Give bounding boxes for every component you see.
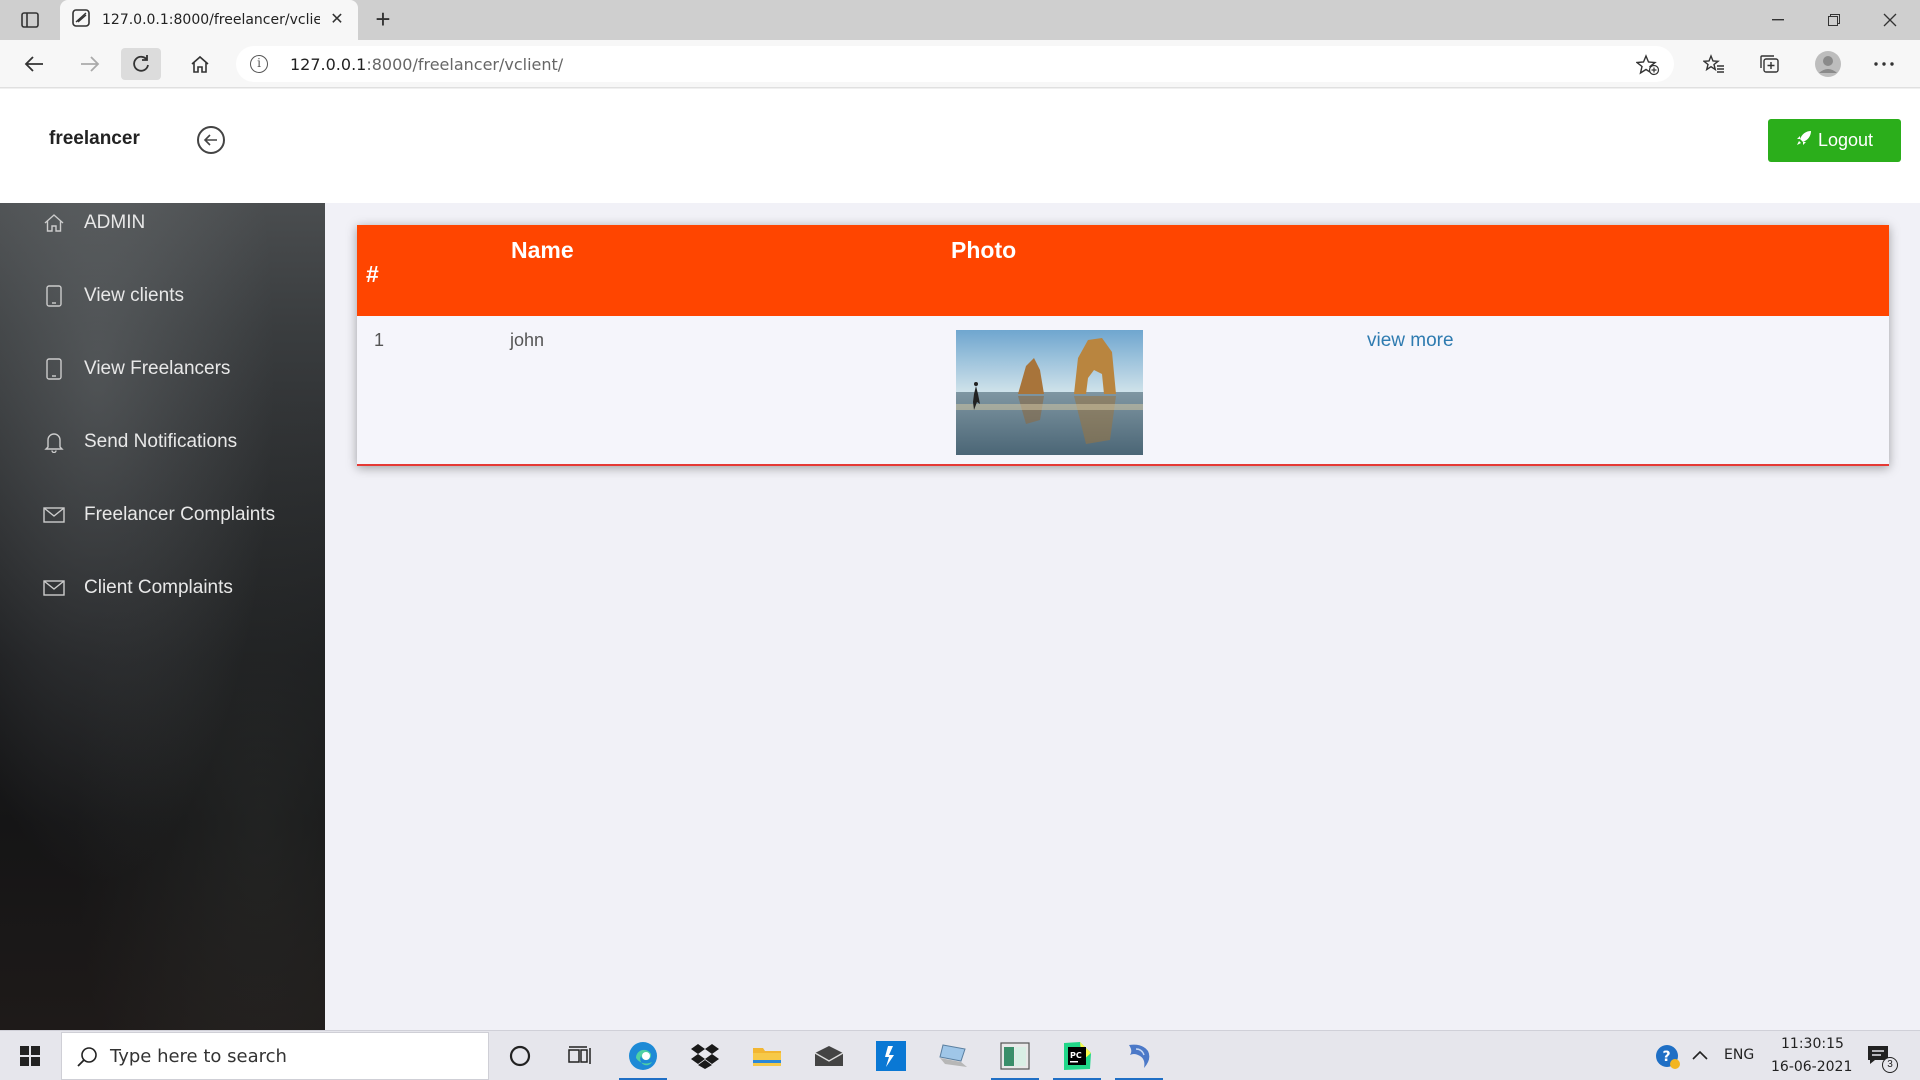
sidebar-item-label: View Freelancers — [84, 358, 231, 379]
pycharm-icon[interactable]: PC — [1047, 1031, 1107, 1080]
close-window-icon[interactable] — [1862, 0, 1918, 40]
row-name: john — [510, 330, 545, 350]
task-view-icon[interactable] — [550, 1031, 610, 1080]
edge-browser-icon[interactable] — [613, 1031, 673, 1080]
notification-center-icon[interactable]: 3 — [1866, 1043, 1900, 1078]
restore-icon[interactable] — [1806, 0, 1862, 40]
sidebar-item-freelancer-complaints[interactable]: Freelancer Complaints — [0, 495, 325, 535]
tab-title: 127.0.0.1:8000/freelancer/vclient/ — [102, 12, 320, 28]
taskbar: Type here to search PC ? ENG 11:30:15 16… — [0, 1030, 1920, 1080]
clock-time[interactable]: 11:30:15 — [1781, 1036, 1844, 1052]
column-header-number: # — [366, 261, 379, 287]
site-info-icon[interactable]: i — [250, 55, 268, 73]
clock-date[interactable]: 16-06-2021 — [1771, 1059, 1852, 1075]
windows-start-icon[interactable] — [0, 1031, 60, 1080]
close-tab-icon[interactable]: ✕ — [328, 11, 346, 29]
back-arrow-icon[interactable] — [14, 48, 54, 80]
sidebar-item-send-notifications[interactable]: Send Notifications — [0, 422, 325, 462]
new-tab-icon[interactable]: + — [368, 6, 398, 34]
profile-avatar-icon[interactable] — [1808, 48, 1848, 80]
add-favorite-icon[interactable] — [1635, 54, 1660, 76]
sidebar: ADMIN View clients View Freelancers Send… — [0, 203, 325, 1030]
brand-title[interactable]: freelancer — [49, 128, 140, 150]
row-number: 1 — [374, 330, 385, 350]
browser-tab-active[interactable]: 127.0.0.1:8000/freelancer/vclient/ ✕ — [60, 0, 358, 40]
sidebar-item-label: Client Complaints — [84, 577, 233, 598]
table-header: # Name Photo — [357, 225, 1889, 316]
svg-text:PC: PC — [1070, 1051, 1082, 1060]
sidebar-item-label: Send Notifications — [84, 431, 238, 452]
more-options-icon[interactable] — [1864, 48, 1904, 80]
address-bar[interactable]: i 127.0.0.1:8000/freelancer/vclient/ — [236, 46, 1674, 82]
page-header: freelancer Logout — [0, 89, 1920, 203]
logout-label: Logout — [1817, 130, 1874, 150]
rocket-icon — [1796, 130, 1812, 151]
browser-toolbar: i 127.0.0.1:8000/freelancer/vclient/ — [0, 40, 1920, 88]
powershell-app-icon[interactable] — [861, 1031, 921, 1080]
envelope-icon — [42, 503, 66, 527]
view-more-link[interactable]: view more — [1367, 330, 1454, 352]
cortana-icon[interactable] — [490, 1031, 550, 1080]
terminal-app-icon[interactable] — [985, 1031, 1045, 1080]
sidebar-item-label: Freelancer Complaints — [84, 504, 276, 525]
language-indicator[interactable]: ENG — [1724, 1047, 1754, 1063]
dropbox-icon[interactable] — [675, 1031, 735, 1080]
sidebar-item-label: ADMIN — [84, 212, 146, 233]
file-explorer-icon[interactable] — [737, 1031, 797, 1080]
pc-laptop-icon[interactable] — [923, 1031, 983, 1080]
sidebar-item-client-complaints[interactable]: Client Complaints — [0, 568, 325, 608]
browser-tab-bar: 127.0.0.1:8000/freelancer/vclient/ ✕ + — [0, 0, 1920, 40]
tab-favicon-icon — [72, 8, 90, 32]
minimize-icon[interactable] — [1750, 0, 1806, 40]
home-icon[interactable] — [180, 48, 220, 80]
tablet-icon — [42, 284, 66, 308]
clients-table: # Name Photo 1 john view more — [357, 225, 1889, 466]
refresh-icon[interactable] — [121, 48, 161, 80]
tab-actions-icon[interactable] — [14, 8, 46, 32]
sidebar-item-admin[interactable]: ADMIN — [0, 203, 325, 243]
notification-count-badge: 3 — [1882, 1057, 1898, 1073]
logout-button[interactable]: Logout — [1768, 119, 1901, 162]
tablet-icon — [42, 357, 66, 381]
home-icon — [42, 211, 66, 235]
mail-icon[interactable] — [799, 1031, 859, 1080]
taskbar-search-input[interactable]: Type here to search — [61, 1032, 489, 1080]
mysql-workbench-icon[interactable] — [1109, 1031, 1169, 1080]
sidebar-toggle-back-icon[interactable] — [197, 126, 225, 154]
favorites-icon[interactable] — [1694, 48, 1734, 80]
envelope-icon — [42, 576, 66, 600]
main-content: # Name Photo 1 john view more — [325, 203, 1920, 1030]
url-text[interactable]: 127.0.0.1:8000/freelancer/vclient/ — [290, 55, 563, 74]
forward-arrow-icon[interactable] — [70, 48, 110, 80]
sidebar-item-label: View clients — [84, 285, 184, 306]
search-placeholder: Type here to search — [110, 1046, 287, 1067]
search-icon — [76, 1046, 98, 1073]
help-icon[interactable]: ? — [1655, 1044, 1681, 1075]
sidebar-item-view-clients[interactable]: View clients — [0, 276, 325, 316]
bell-icon — [42, 430, 66, 454]
collections-icon[interactable] — [1750, 48, 1790, 80]
sidebar-item-view-freelancers[interactable]: View Freelancers — [0, 349, 325, 389]
client-photo — [956, 330, 1143, 455]
column-header-photo: Photo — [951, 237, 1017, 263]
chevron-up-icon[interactable] — [1691, 1048, 1709, 1066]
column-header-name: Name — [511, 237, 574, 263]
svg-text:?: ? — [1663, 1049, 1671, 1065]
